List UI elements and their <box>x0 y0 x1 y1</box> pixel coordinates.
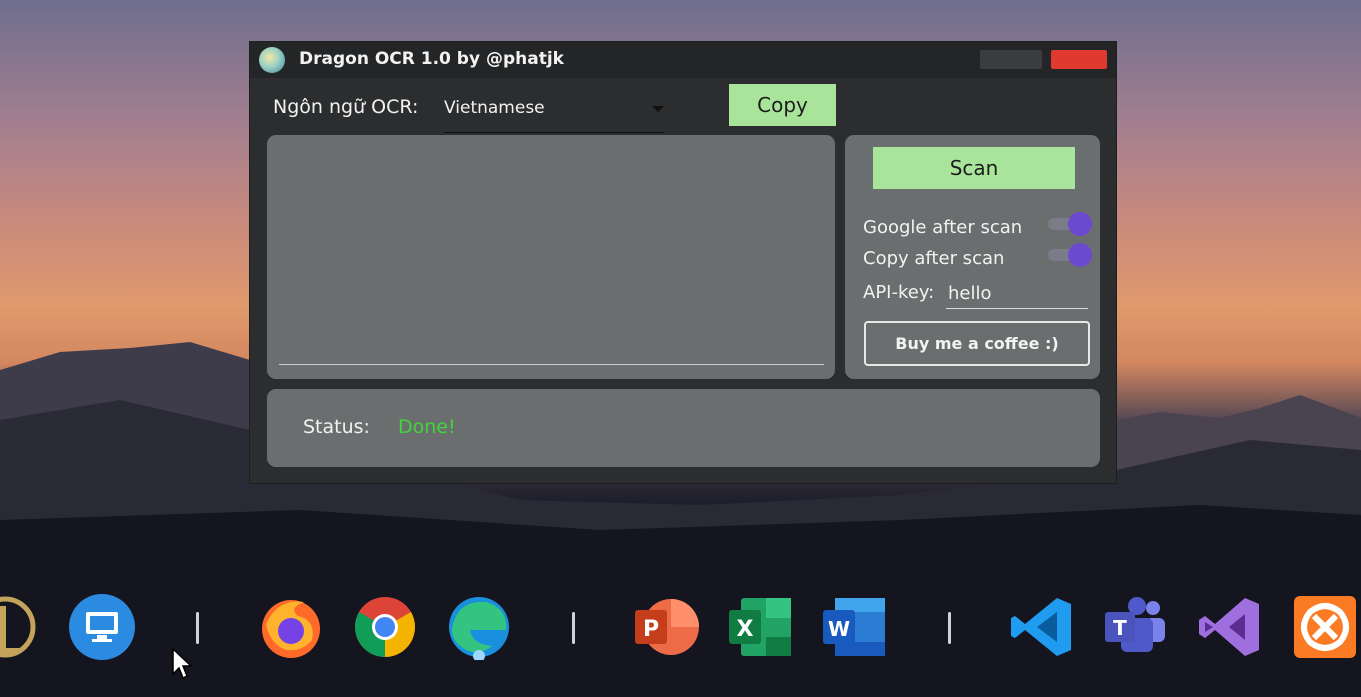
toggle-knob <box>1068 212 1092 236</box>
toggle-knob <box>1068 243 1092 267</box>
google-after-scan-toggle[interactable] <box>1048 212 1092 236</box>
mouse-cursor-icon <box>172 648 192 680</box>
teams-icon[interactable]: T <box>1103 594 1169 660</box>
taskbar: P X W T <box>0 588 1361 668</box>
edge-icon[interactable] <box>446 594 512 660</box>
status-panel: Status: Done! <box>267 389 1100 467</box>
svg-text:W: W <box>828 617 850 641</box>
chrome-icon[interactable] <box>352 594 418 660</box>
dragon-logo-icon <box>259 47 285 73</box>
visual-studio-icon[interactable] <box>1197 594 1263 660</box>
taskbar-separator <box>196 612 199 644</box>
title-bar[interactable]: Dragon OCR 1.0 by @phatjk <box>250 42 1116 78</box>
vscode-icon[interactable] <box>1009 594 1075 660</box>
api-key-input[interactable]: hello <box>946 278 1088 309</box>
taskbar-separator <box>572 612 575 644</box>
close-button[interactable] <box>1051 50 1107 69</box>
ocr-result-panel <box>267 135 835 379</box>
firefox-icon[interactable] <box>258 594 324 660</box>
options-panel: Scan Google after scan Copy after scan A… <box>845 135 1100 379</box>
word-icon[interactable]: W <box>821 594 887 660</box>
chevron-down-icon <box>652 106 664 112</box>
ocr-result-textarea[interactable] <box>279 143 824 365</box>
taskbar-separator <box>948 612 951 644</box>
svg-text:P: P <box>643 617 659 642</box>
window-title: Dragon OCR 1.0 by @phatjk <box>299 49 564 69</box>
google-after-scan-label: Google after scan <box>863 217 1023 238</box>
ocr-language-value: Vietnamese <box>444 98 545 118</box>
ocr-language-select[interactable]: Vietnamese <box>444 92 664 133</box>
status-label: Status: <box>303 416 370 438</box>
scan-button[interactable]: Scan <box>873 147 1075 189</box>
copy-button[interactable]: Copy <box>729 84 836 126</box>
copy-after-scan-toggle[interactable] <box>1048 243 1092 267</box>
ocr-language-label: Ngôn ngữ OCR: <box>273 96 419 118</box>
xampp-icon[interactable] <box>1292 594 1358 660</box>
remote-desktop-icon[interactable] <box>69 594 135 660</box>
status-value: Done! <box>398 416 456 438</box>
minimize-button[interactable] <box>980 50 1042 69</box>
api-key-label: API-key: <box>863 282 935 303</box>
powerpoint-icon[interactable]: P <box>633 594 699 660</box>
league-of-legends-icon[interactable] <box>0 594 38 660</box>
buy-coffee-button[interactable]: Buy me a coffee :) <box>864 321 1090 366</box>
excel-icon[interactable]: X <box>727 594 793 660</box>
app-window: Dragon OCR 1.0 by @phatjk Ngôn ngữ OCR: … <box>250 42 1116 483</box>
copy-after-scan-label: Copy after scan <box>863 248 1005 269</box>
svg-text:T: T <box>1113 616 1127 640</box>
svg-text:X: X <box>737 617 754 642</box>
